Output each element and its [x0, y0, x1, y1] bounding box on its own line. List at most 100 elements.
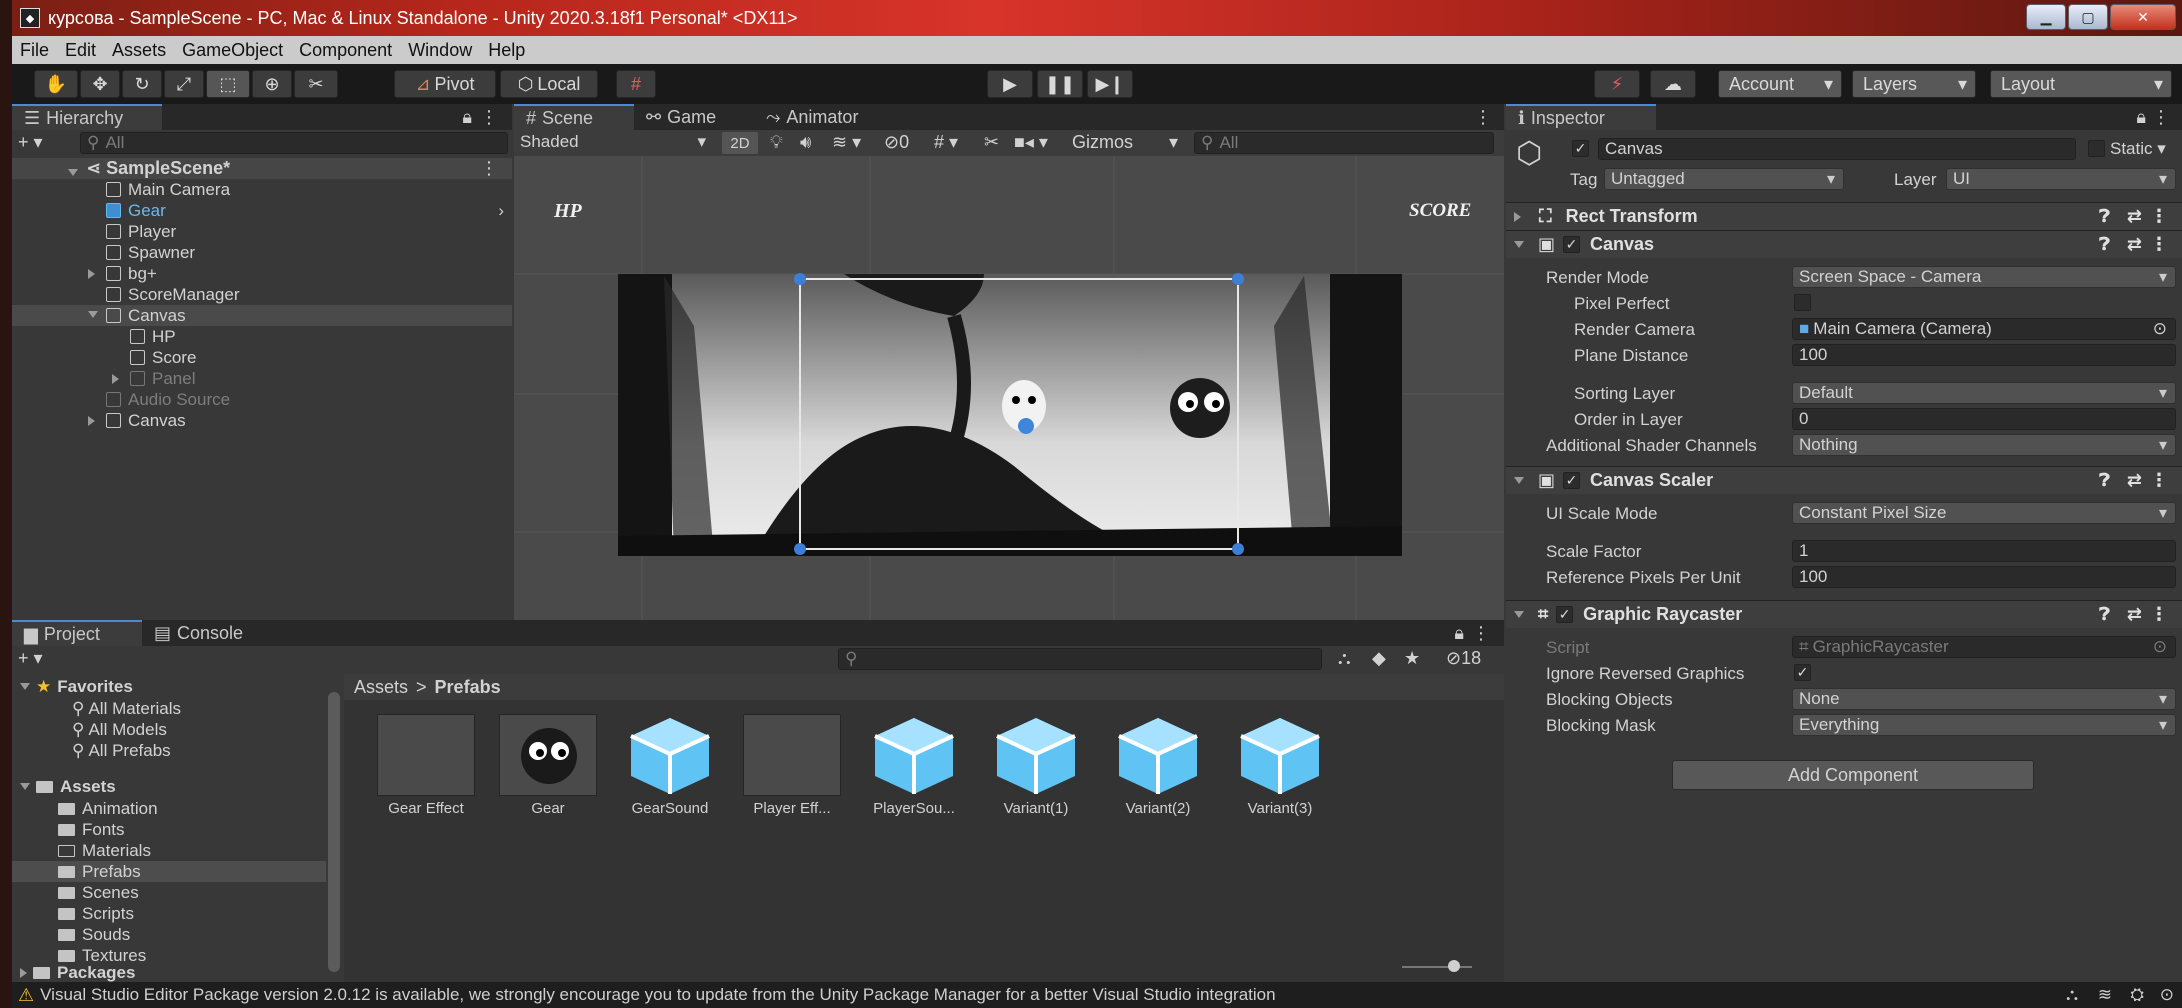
folder-item[interactable]: Prefabs	[12, 861, 326, 882]
plane-distance-input[interactable]: 100	[1792, 344, 2176, 366]
hierarchy-item[interactable]: ScoreManager	[12, 284, 512, 305]
rect-tool-icon[interactable]: ⬚	[206, 70, 250, 98]
favorites-item[interactable]: ⚲ All Models	[72, 719, 167, 740]
help-icon[interactable]: ❓︎	[2099, 234, 2110, 255]
transform-tool-icon[interactable]: ⊕	[252, 70, 292, 98]
presets-icon[interactable]: ⇄	[2127, 206, 2142, 227]
canvas-scaler-enabled-checkbox[interactable]: ✓	[1563, 472, 1581, 489]
blocking-objects-dropdown[interactable]: None	[1792, 688, 2176, 710]
asset-item[interactable]: Player Eff...	[732, 714, 852, 820]
tag-dropdown[interactable]: Untagged	[1604, 168, 1844, 190]
expand-arrow[interactable]	[88, 311, 98, 318]
hierarchy-item[interactable]: Main Camera	[12, 179, 512, 200]
canvas-header[interactable]: ▣ ✓ Canvas ❓︎ ⇄ ⋮	[1506, 230, 2182, 258]
expand-arrow[interactable]	[68, 160, 84, 181]
ignore-reversed-checkbox[interactable]: ✓	[1794, 664, 1811, 681]
folder-item[interactable]: Materials	[12, 840, 326, 861]
favorite-star-icon[interactable]: ★	[1404, 648, 1420, 669]
status-message[interactable]: Visual Studio Editor Package version 2.0…	[40, 985, 1275, 1005]
hidden-objects-icon[interactable]: ⊘0	[884, 132, 909, 153]
raycaster-enabled-checkbox[interactable]: ✓	[1556, 606, 1574, 623]
object-name-input[interactable]: Canvas	[1598, 138, 2076, 160]
camera-icon[interactable]: ■◂ ▾	[1014, 132, 1048, 153]
assets-header[interactable]: Assets	[20, 776, 116, 797]
menu-file[interactable]: File	[12, 40, 57, 61]
auto-generate-icon[interactable]: ⊙	[2160, 985, 2174, 1005]
folder-item[interactable]: Animation	[12, 798, 326, 819]
object-picker-icon[interactable]: ⊙	[2153, 319, 2167, 339]
layout-dropdown[interactable]: Layout ▾	[1990, 70, 2172, 98]
tab-animator[interactable]: ⤳ Animator	[754, 104, 904, 130]
maximize-button[interactable]: ▢	[2068, 4, 2108, 30]
hierarchy-search-input[interactable]: ⚲ All	[80, 132, 508, 154]
component-menu-icon[interactable]: ⋮	[2150, 234, 2168, 255]
close-button[interactable]: ✕	[2110, 4, 2176, 30]
active-checkbox[interactable]: ✓	[1572, 140, 1589, 157]
folder-item[interactable]: Fonts	[12, 819, 326, 840]
tree-scrollbar[interactable]	[328, 692, 340, 972]
cloud-icon[interactable]: ☁	[1650, 70, 1696, 98]
more-menu-icon[interactable]: ⋮	[1474, 107, 1492, 128]
project-search-input[interactable]: ⚲	[838, 648, 1322, 670]
folder-item[interactable]: Souds	[12, 924, 326, 945]
asset-item[interactable]: GearSound	[610, 714, 730, 820]
hierarchy-item[interactable]: Score	[12, 347, 512, 368]
step-button[interactable]: ▶❙	[1087, 70, 1133, 98]
account-dropdown[interactable]: Account ▾	[1718, 70, 1842, 98]
shader-channels-dropdown[interactable]: Nothing	[1792, 434, 2176, 456]
asset-item[interactable]: Gear Effect	[366, 714, 486, 820]
grid-toggle-icon[interactable]: # ▾	[934, 132, 958, 153]
layer-dropdown[interactable]: UI	[1946, 168, 2176, 190]
folder-item[interactable]: Scenes	[12, 882, 326, 903]
tab-project[interactable]: ▆ Project	[12, 620, 142, 646]
more-menu-icon[interactable]: ⋮	[2152, 107, 2170, 128]
rect-transform-header[interactable]: ⛶ Rect Transform ❓︎ ⇄ ⋮	[1506, 202, 2182, 230]
asset-item[interactable]: Variant(1)	[976, 714, 1096, 820]
help-icon[interactable]: ❓︎	[2099, 470, 2110, 491]
tab-inspector[interactable]: ℹ Inspector	[1506, 104, 1656, 130]
pivot-toggle[interactable]: ⊿ Pivot	[394, 70, 496, 98]
packages-header[interactable]: Packages	[20, 962, 135, 983]
zoom-slider-handle[interactable]	[1448, 960, 1460, 972]
more-menu-icon[interactable]: ⋮	[480, 107, 498, 128]
lock-icon[interactable]: 🔒︎	[2136, 107, 2146, 128]
move-tool-icon[interactable]: ✥	[80, 70, 120, 98]
menu-help[interactable]: Help	[480, 40, 533, 61]
local-toggle[interactable]: ⬡ Local	[500, 70, 598, 98]
help-icon[interactable]: ❓︎	[2099, 604, 2110, 625]
expand-arrow[interactable]	[88, 269, 95, 279]
progress-icon[interactable]: ⛬	[2066, 985, 2078, 1005]
hierarchy-item[interactable]: Audio Source	[12, 389, 512, 410]
component-menu-icon[interactable]: ⋮	[2150, 604, 2168, 625]
scene-search-input[interactable]: ⚲ All	[1194, 132, 1494, 154]
hierarchy-item[interactable]: Player	[12, 221, 512, 242]
asset-item[interactable]: PlayerSou...	[854, 714, 974, 820]
help-icon[interactable]: ❓︎	[2099, 206, 2110, 227]
debug-icon[interactable]: ⛭	[2130, 985, 2144, 1005]
graphic-raycaster-header[interactable]: ⌗ ✓ Graphic Raycaster ❓︎ ⇄ ⋮	[1506, 600, 2182, 628]
tab-scene[interactable]: # Scene	[514, 104, 634, 130]
static-checkbox[interactable]	[2088, 140, 2105, 157]
tab-game[interactable]: ⚯ Game	[634, 104, 754, 130]
canvas-enabled-checkbox[interactable]: ✓	[1563, 236, 1581, 253]
render-camera-field[interactable]: ■ Main Camera (Camera) ⊙	[1792, 318, 2176, 340]
rotate-tool-icon[interactable]: ↻	[122, 70, 162, 98]
expand-arrow[interactable]	[112, 374, 119, 384]
filter-label-icon[interactable]: ◆	[1372, 648, 1386, 669]
more-menu-icon[interactable]: ⋮	[1472, 623, 1490, 644]
favorites-header[interactable]: ★ Favorites	[20, 676, 133, 697]
menu-edit[interactable]: Edit	[57, 40, 104, 61]
canvas-scaler-header[interactable]: ▣ ✓ Canvas Scaler ❓︎ ⇄ ⋮	[1506, 466, 2182, 494]
gizmos-dropdown[interactable]: Gizmos ▾	[1072, 132, 1182, 154]
create-asset-button[interactable]: + ▾	[18, 648, 43, 669]
scene-menu-icon[interactable]: ⋮	[480, 158, 498, 179]
collab-icon[interactable]: ⚡	[1594, 70, 1640, 98]
pixel-perfect-checkbox[interactable]	[1794, 294, 1811, 311]
menu-assets[interactable]: Assets	[104, 40, 174, 61]
filter-type-icon[interactable]: ⛬	[1338, 648, 1351, 669]
breadcrumb-assets[interactable]: Assets	[354, 677, 408, 698]
chevron-right-icon[interactable]: ›	[498, 201, 504, 221]
breadcrumb-prefabs[interactable]: Prefabs	[435, 677, 501, 698]
effects-icon[interactable]: ≋ ▾	[832, 132, 861, 153]
cache-icon[interactable]: ≋	[2098, 985, 2112, 1005]
